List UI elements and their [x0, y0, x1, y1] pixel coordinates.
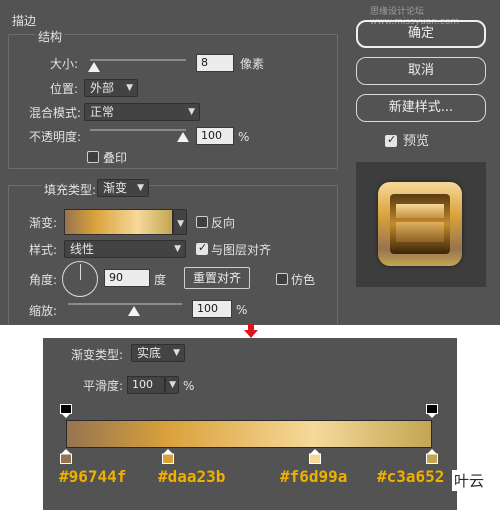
gradient-label: 渐变:: [29, 216, 58, 230]
angle-unit: 度: [154, 273, 167, 287]
blend-mode-value: 正常: [90, 105, 115, 119]
opacity-stop-right[interactable]: [426, 404, 438, 418]
chevron-down-icon: ▼: [188, 107, 195, 117]
reverse-checkbox[interactable]: [196, 216, 208, 228]
size-slider-thumb[interactable]: [88, 62, 100, 72]
size-label: 大小:: [50, 57, 79, 71]
color-stop-hex-label: #daa23b: [158, 467, 226, 486]
structure-heading: 结构: [36, 30, 65, 44]
opacity-label: 不透明度:: [29, 130, 82, 144]
opacity-slider-thumb[interactable]: [177, 132, 189, 142]
color-stop-1[interactable]: [162, 449, 175, 464]
gradient-bar[interactable]: [66, 420, 432, 448]
angle-input[interactable]: 90: [104, 269, 150, 287]
preview-inner: [390, 194, 450, 254]
angle-dial-needle: [80, 264, 81, 280]
dither-label: 仿色: [291, 273, 316, 287]
chevron-down-icon: ▼: [177, 219, 184, 229]
blend-mode-label: 混合模式:: [29, 106, 82, 120]
overlay-text: 叶云: [452, 470, 487, 491]
structure-group: [8, 34, 338, 169]
smoothness-dropdown[interactable]: ▼: [165, 376, 179, 394]
new-style-button[interactable]: 新建样式...: [356, 94, 486, 122]
down-arrow-icon: [244, 324, 258, 338]
size-unit: 像素: [240, 57, 265, 71]
chevron-down-icon: ▼: [174, 244, 181, 254]
gradient-type-select[interactable]: 实底 ▼: [131, 344, 185, 362]
gradient-editor-panel: 渐变类型: 实底 ▼ 平滑度: 100 ▼ % #96744f #daa23b #f…: [43, 338, 457, 510]
dialog-title: 描边: [12, 14, 37, 28]
style-preview: [356, 162, 486, 287]
scale-unit: %: [236, 303, 248, 317]
position-select[interactable]: 外部 ▼: [84, 79, 138, 97]
dither-checkbox[interactable]: [276, 273, 288, 285]
scale-slider-thumb[interactable]: [128, 306, 140, 316]
preview-gold-frame: [378, 182, 462, 266]
angle-dial[interactable]: [62, 261, 98, 297]
smoothness-input[interactable]: 100: [127, 376, 165, 394]
position-label: 位置:: [50, 82, 79, 96]
scale-input[interactable]: 100: [192, 300, 232, 318]
gradient-type-label: 渐变类型:: [71, 348, 124, 362]
opacity-unit: %: [238, 130, 250, 144]
stroke-dialog: 描边 思缘设计论坛 www.missyuan.com 结构 大小: 8 像素 位…: [0, 0, 500, 325]
cancel-button[interactable]: 取消: [356, 57, 486, 85]
preview-bar-top: [396, 204, 444, 218]
size-input[interactable]: 8: [196, 54, 234, 72]
color-stop-2[interactable]: [308, 449, 321, 464]
smoothness-unit: %: [183, 379, 195, 393]
smoothness-label: 平滑度:: [83, 379, 124, 393]
opacity-slider-track[interactable]: [90, 129, 186, 131]
position-value: 外部: [90, 81, 115, 95]
chevron-down-icon: ▼: [173, 348, 180, 358]
preview-label: 预览: [403, 134, 430, 149]
gradient-type-value: 实底: [137, 346, 162, 360]
ok-button[interactable]: 确定: [356, 20, 486, 48]
align-with-layer-label: 与图层对齐: [211, 243, 272, 257]
fill-type-select[interactable]: 渐变 ▼: [97, 179, 149, 197]
blend-mode-select[interactable]: 正常 ▼: [84, 103, 200, 121]
gradient-picker-button[interactable]: ▼: [173, 209, 187, 235]
align-with-layer-checkbox[interactable]: [196, 241, 208, 255]
color-stop-0[interactable]: [60, 449, 72, 464]
size-slider-track[interactable]: [90, 59, 186, 61]
opacity-stop-left[interactable]: [60, 404, 72, 418]
chevron-down-icon: ▼: [137, 183, 144, 193]
color-stop-hex-label: #96744f: [59, 467, 127, 486]
color-stop-hex-label: #f6d99a: [280, 467, 348, 486]
chevron-down-icon: ▼: [169, 380, 176, 390]
style-label: 样式:: [29, 243, 58, 257]
fill-type-label: 填充类型:: [42, 183, 99, 197]
preview-checkbox[interactable]: [385, 133, 397, 147]
preview-bar-bottom: [396, 222, 444, 242]
chevron-down-icon: ▼: [126, 83, 133, 93]
overprint-label: 叠印: [103, 151, 128, 165]
reverse-label: 反向: [211, 216, 236, 230]
color-stop-3[interactable]: [426, 449, 438, 464]
overprint-checkbox[interactable]: [87, 151, 99, 163]
scale-label: 缩放:: [29, 304, 58, 318]
angle-label: 角度:: [29, 273, 58, 287]
color-stop-hex-label: #c3a652: [377, 467, 445, 486]
reset-align-button[interactable]: 重置对齐: [184, 267, 250, 289]
scale-slider-track[interactable]: [68, 303, 182, 305]
gradient-swatch[interactable]: [64, 209, 173, 235]
style-value: 线性: [70, 242, 95, 256]
style-select[interactable]: 线性 ▼: [64, 240, 186, 258]
fill-type-value: 渐变: [103, 181, 128, 195]
opacity-input[interactable]: 100: [196, 127, 234, 145]
